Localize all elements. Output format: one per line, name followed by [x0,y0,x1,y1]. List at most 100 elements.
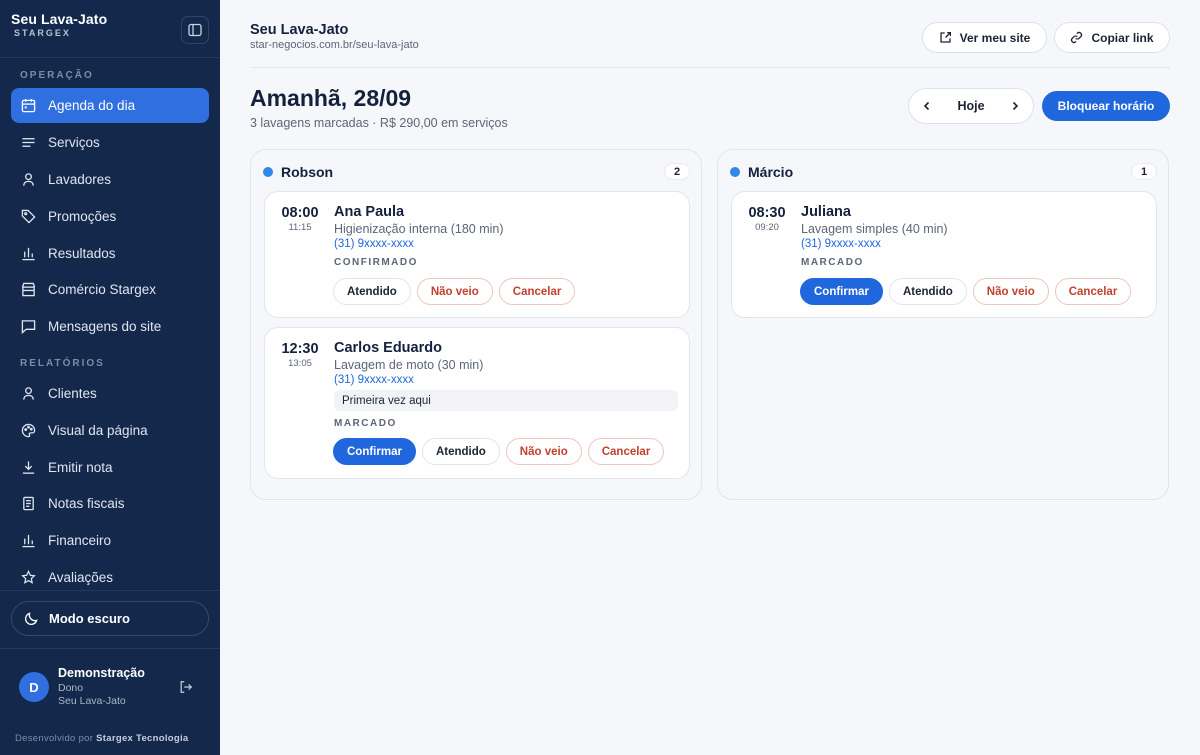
developer-credit: Desenvolvido por Stargex Tecnologia [15,733,189,744]
end-time: 11:15 [288,222,312,233]
status-label: MARCADO [801,257,864,268]
no-show-button[interactable]: Não veio [972,278,1049,305]
sidebar-item-comercio[interactable]: Comércio Stargex [11,272,209,307]
sidebar-item-promocoes[interactable]: Promoções [11,199,209,234]
section-relatorios: RELATÓRIOS [20,358,105,369]
service-description: Lavagem de moto (30 min) [334,358,484,372]
tag-icon [20,209,36,225]
next-day-button[interactable] [1009,100,1021,112]
start-time: 12:30 [281,341,319,357]
client-phone[interactable]: (31) 9xxxx-xxxx [801,238,881,250]
column-header: Márcio [730,164,793,180]
service-description: Lavagem simples (40 min) [801,222,948,236]
sidebar-item-servicos[interactable]: Serviços [11,125,209,160]
sidebar-item-mensagens[interactable]: Mensagens do site [11,309,209,344]
user-icon [20,172,36,188]
sidebar: Seu Lava-Jato STARGEX OPERAÇÃO Agenda do… [0,0,220,755]
logout-button[interactable] [179,680,193,694]
sidebar-item-label: Clientes [48,386,97,401]
cancel-button[interactable]: Cancelar [587,438,665,465]
card-actions: Confirmar Atendido Não veio Cancelar [800,278,1132,305]
client-phone[interactable]: (31) 9xxxx-xxxx [334,238,414,250]
external-link-icon [939,31,952,44]
confirm-button[interactable]: Confirmar [333,438,416,465]
site-url: star-negocios.com.br/seu-lava-jato [250,39,419,51]
page-title: Amanhã, 28/09 [250,85,412,111]
attended-button[interactable]: Atendido [888,278,967,305]
page-subtitle: 3 lavagens marcadas · R$ 290,00 em servi… [250,116,508,130]
star-icon [20,570,36,586]
receipt-icon [20,496,36,512]
credit-company[interactable]: Stargex Tecnologia [96,733,188,744]
header-divider [250,67,1170,68]
washer-column: Robson 2 08:00 11:15 Ana Paula Higieniza… [250,149,702,500]
washer-name: Robson [281,164,334,180]
sidebar-item-label: Agenda do dia [48,98,136,113]
confirm-button[interactable]: Confirmar [800,278,883,305]
block-time-button[interactable]: Bloquear horário [1042,91,1170,121]
washer-name: Márcio [748,164,794,180]
chevron-right-icon [1012,101,1019,111]
sidebar-item-agenda[interactable]: Agenda do dia [11,88,209,123]
sidebar-item-lavadores[interactable]: Lavadores [11,162,209,197]
sidebar-item-label: Financeiro [48,533,112,548]
status-dot [730,167,740,177]
collapse-sidebar-button[interactable] [181,16,209,44]
sidebar-item-visual[interactable]: Visual da página [11,413,209,448]
appointment-card: 12:30 13:05 Carlos Eduardo Lavagem de mo… [264,327,690,479]
logout-icon [180,681,193,693]
view-site-label: Ver meu site [959,30,1031,45]
no-show-button[interactable]: Não veio [505,438,582,465]
sidebar-divider [0,648,220,649]
calendar-icon [20,98,36,114]
sidebar-item-label: Emitir nota [48,460,113,475]
status-label: MARCADO [334,418,397,429]
sidebar-item-label: Avaliações [48,570,114,585]
section-operacao: OPERAÇÃO [20,70,94,81]
user-name: Demonstração [58,666,145,680]
previous-day-button[interactable] [921,100,933,112]
user-icon [20,386,36,402]
card-actions: Confirmar Atendido Não veio Cancelar [333,438,665,465]
attended-button[interactable]: Atendido [333,278,411,305]
attended-button[interactable]: Atendido [421,438,500,465]
today-button[interactable]: Hoje [957,99,984,113]
column-header: Robson [263,164,333,180]
site-title: Seu Lava-Jato [250,22,349,38]
sidebar-item-label: Comércio Stargex [48,282,157,297]
user-profile: D Demonstração Dono Seu Lava-Jato [19,666,199,712]
sidebar-item-label: Serviços [48,135,100,150]
dark-mode-button[interactable]: Modo escuro [11,601,209,636]
cancel-button[interactable]: Cancelar [498,278,576,305]
sidebar-item-resultados[interactable]: Resultados [11,236,209,271]
sidebar-item-label: Promoções [48,209,117,224]
client-name: Ana Paula [334,204,405,220]
moon-icon [24,611,39,626]
dark-mode-label: Modo escuro [49,611,130,626]
cancel-button[interactable]: Cancelar [1054,278,1132,305]
bar-chart-icon [20,246,36,262]
view-site-button[interactable]: Ver meu site [922,22,1047,53]
no-show-button[interactable]: Não veio [416,278,493,305]
washer-column: Márcio 1 08:30 09:20 Juliana Lavagem sim… [717,149,1169,500]
copy-link-label: Copiar link [1091,30,1154,45]
end-time: 13:05 [288,358,312,369]
appointment-card: 08:30 09:20 Juliana Lavagem simples (40 … [731,191,1157,318]
sidebar-item-financeiro[interactable]: Financeiro [11,523,209,558]
sidebar-item-notas-fiscais[interactable]: Notas fiscais [11,486,209,521]
sidebar-item-emitir-nota[interactable]: Emitir nota [11,450,209,485]
appointment-count-badge: 2 [664,163,690,180]
sidebar-divider [0,57,220,58]
link-icon [1070,31,1083,44]
sidebar-item-clientes[interactable]: Clientes [11,376,209,411]
store-icon [20,282,36,298]
user-business: Seu Lava-Jato [58,695,126,707]
start-time: 08:30 [748,205,786,221]
service-description: Higienização interna (180 min) [334,222,504,236]
list-icon [20,135,36,151]
client-phone[interactable]: (31) 9xxxx-xxxx [334,374,414,386]
sidebar-item-label: Resultados [48,246,116,261]
copy-link-button[interactable]: Copiar link [1054,22,1170,53]
status-dot [263,167,273,177]
bar-chart-icon [20,533,36,549]
